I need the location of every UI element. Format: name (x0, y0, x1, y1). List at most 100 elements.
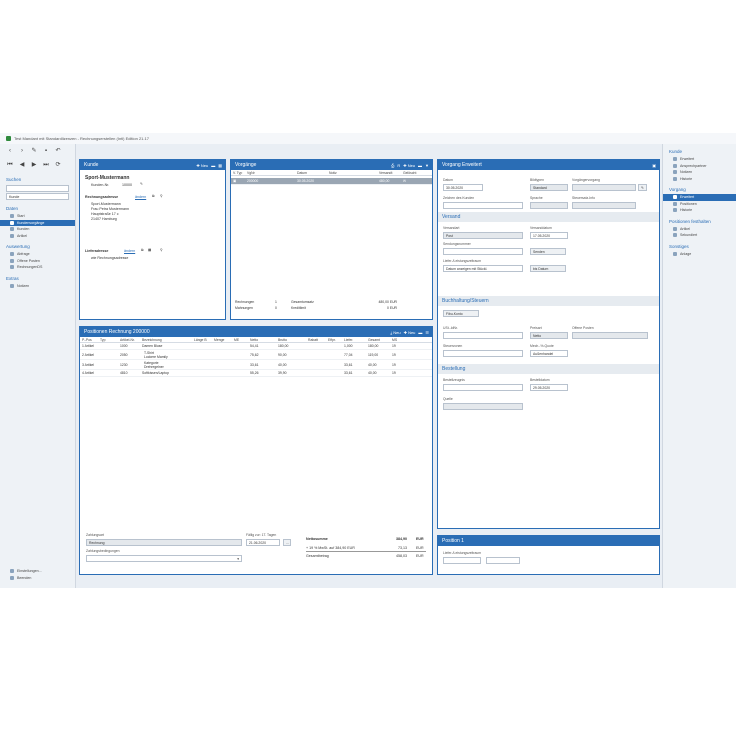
column-header[interactable]: Gesamt (366, 338, 390, 342)
column-header[interactable]: Brutto (276, 338, 306, 342)
first-record-icon[interactable]: ⏮ (6, 161, 14, 169)
column-header[interactable]: MS (390, 338, 402, 342)
position1-from-date[interactable] (443, 557, 481, 564)
vorgaengervorgang-input[interactable] (572, 184, 636, 191)
bis-datum-button[interactable]: bis Datum (530, 265, 566, 272)
import-new-button[interactable]: ⤓ Neu (390, 330, 400, 335)
map-pin-icon[interactable]: ⚲ (160, 194, 163, 198)
last-record-icon[interactable]: ⏭ (42, 161, 50, 169)
column-header[interactable]: Notiz (327, 171, 377, 175)
save-icon[interactable]: ▪ (42, 147, 50, 155)
column-header[interactable]: Bezeichnung (140, 338, 192, 342)
kunde-new-button[interactable]: ✚ Neu (196, 163, 208, 168)
zeichen-input[interactable] (443, 202, 523, 209)
attachment-icon (673, 251, 677, 256)
cell-brutto: 90,00 (278, 352, 287, 357)
table-row[interactable]: 3 Artikel 1230 Kategorie Drehregelner 33,… (80, 360, 432, 370)
sendungsnummer-input[interactable] (443, 248, 523, 255)
preisart-select[interactable]: Netto (530, 332, 568, 339)
kunde-remove-icon[interactable]: ▬ (211, 163, 215, 168)
column-header[interactable]: Länge B (192, 338, 212, 342)
table-row[interactable]: 2 Artikel 2050 T-Shirt Lockere Mamily 75,… (80, 350, 432, 360)
bestelldatum-value: 29.05.2020 (533, 385, 550, 390)
right-item-anlage[interactable]: Anlage (663, 251, 736, 258)
forward-icon[interactable]: › (18, 147, 26, 155)
zahlungsart-select[interactable]: Rechnung (86, 539, 242, 546)
column-header[interactable]: P.-Pos (80, 338, 98, 342)
column-header[interactable]: Netto (248, 338, 276, 342)
edit-icon[interactable]: ✎ (30, 147, 38, 155)
versanddatum-input[interactable]: 17.05.2020 (530, 232, 568, 239)
position1-to-date[interactable] (486, 557, 520, 564)
bildtypen-select[interactable]: Standard (530, 184, 568, 191)
column-header[interactable]: Gelöscht (401, 171, 425, 175)
lieferadresse-change-link[interactable]: ändern (124, 249, 135, 253)
table-row[interactable]: 4 Artikel 4810 Softkissen/Laptop 55,26 3… (80, 370, 432, 377)
next-record-icon[interactable]: ▶ (30, 161, 38, 169)
print-icon[interactable]: ⎙ (391, 163, 394, 168)
menu-icon[interactable]: ☰ (425, 330, 429, 335)
liefer-input[interactable]: Datum anzeigen mit Stückl. (443, 265, 523, 272)
report-icon[interactable]: R (397, 163, 400, 168)
positionen-new-button[interactable]: ✚ Neu (404, 330, 416, 335)
column-header[interactable]: Effpr. (326, 338, 342, 342)
faellig-date-input[interactable]: 21.06.2020 (246, 539, 280, 546)
fibu-button[interactable]: Fibu-Konto (443, 310, 479, 317)
map-pin-icon[interactable]: ⚲ (160, 248, 163, 252)
grid-icon[interactable]: ▦ (148, 248, 151, 252)
gesamt-value: 458,03 (396, 554, 407, 558)
steuersatz-input[interactable] (572, 202, 636, 209)
edit-pen-icon[interactable]: ✎ (140, 182, 143, 186)
nav-item-label: RechnungenDS (17, 265, 43, 270)
exit-icon (10, 575, 14, 580)
vorgaenge-remove-icon[interactable]: ▬ (418, 163, 422, 168)
column-header[interactable]: Artikel-Nr. (118, 338, 140, 342)
edit-pen-icon[interactable]: ✎ (638, 184, 647, 191)
positionen-panel-tools: ⤓ Neu ✚ Neu ▬ ☰ (390, 330, 429, 335)
table-row[interactable]: ▣ 200000 30.05.2020 480,00 ✉ (231, 178, 432, 185)
refresh-icon[interactable]: ⟳ (54, 161, 62, 169)
vorgaenge-new-button[interactable]: ✚ Neu (403, 163, 415, 168)
undo-icon[interactable]: ↶ (54, 147, 62, 155)
column-header[interactable]: V. Typ (231, 171, 245, 175)
window-icon[interactable]: ▣ (652, 163, 656, 168)
column-header[interactable]: VgNr (245, 171, 295, 175)
ust-input[interactable] (443, 332, 523, 339)
bestellzeugnis-input[interactable] (443, 384, 523, 391)
versandart-select[interactable]: Post (443, 232, 523, 239)
search-scope-select[interactable]: Kunde (6, 193, 69, 200)
sprache-select[interactable] (530, 202, 568, 209)
kunde-grid-icon[interactable]: ▦ (218, 163, 222, 168)
table-row[interactable]: 1 Artikel 1000 Damen Bluse 54,41 180,00 … (80, 343, 432, 350)
column-header[interactable]: Liefer. (342, 338, 366, 342)
senden-button[interactable]: Senden (530, 248, 566, 255)
right-navigation: Kunde Erweitert Ansprechpartner Notizen … (662, 144, 736, 588)
copy-icon[interactable]: ⧉ (152, 194, 155, 198)
steuerzone-select[interactable] (443, 350, 523, 357)
more-button[interactable]: … (283, 539, 291, 546)
bestelldatum-input[interactable]: 29.05.2020 (530, 384, 568, 391)
datum-input[interactable]: 30.05.2020 (443, 184, 483, 191)
quelle-select[interactable] (443, 403, 523, 410)
previous-record-icon[interactable]: ◀ (18, 161, 26, 169)
search-input[interactable] (6, 185, 69, 192)
offene-select[interactable] (572, 332, 648, 339)
back-icon[interactable]: ‹ (6, 147, 14, 155)
cell-betrag: 480,00 (379, 179, 390, 183)
sum-divider (306, 551, 426, 552)
nav-item-notizen[interactable]: Notizen (0, 283, 75, 290)
rechnungsadresse-change-link[interactable]: ändern (135, 195, 146, 199)
column-header[interactable]: Typ (98, 338, 118, 342)
stats-label: Mahnungen (235, 306, 253, 310)
column-header[interactable]: Rabatt (306, 338, 326, 342)
column-header[interactable]: Versandt (377, 171, 401, 175)
nav-item-beenden[interactable]: Beenden (0, 575, 76, 582)
filter-icon[interactable]: ▼ (425, 163, 429, 168)
column-header[interactable]: Menge (212, 338, 232, 342)
column-header[interactable]: Datum (295, 171, 327, 175)
copy-icon[interactable]: ⧉ (141, 248, 144, 252)
zahlungsbedingungen-select[interactable]: ▾ (86, 555, 242, 562)
mech-select[interactable]: Außenhandel (530, 350, 568, 357)
column-header[interactable]: ME (232, 338, 248, 342)
positionen-remove-icon[interactable]: ▬ (418, 330, 422, 335)
